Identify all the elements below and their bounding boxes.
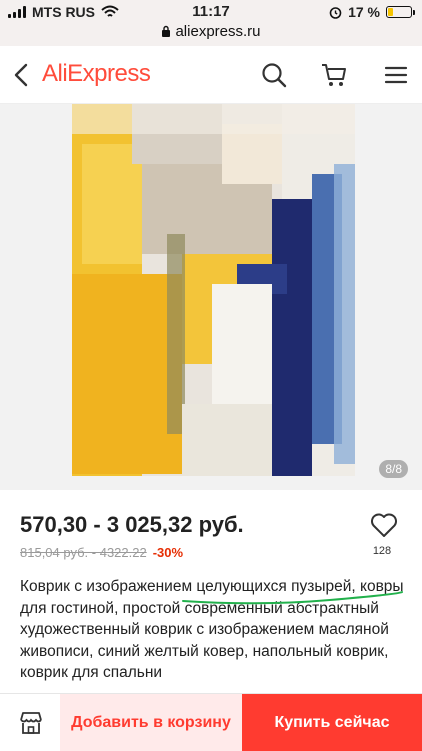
product-image[interactable] [72,104,355,476]
old-price: 815,04 руб. - 4322.22 [20,545,147,560]
store-icon[interactable] [18,710,44,736]
aliexpress-logo[interactable]: AliExpress [42,60,151,88]
battery-icon [386,6,415,18]
search-icon[interactable] [260,61,288,89]
app-header: AliExpress [0,46,422,104]
status-right: 17 % [329,4,415,20]
old-price-row: 815,04 руб. - 4322.22 -30% [20,545,183,560]
bottom-action-bar: Добавить в корзину Купить сейчас [0,693,422,751]
cart-icon[interactable] [320,61,348,89]
favorites-count: 128 [372,545,392,557]
product-description: Коврик с изображением целующихся пузырей… [20,578,404,681]
price: 570,30 - 3 025,32 руб. [20,512,244,537]
back-icon[interactable] [10,62,36,88]
status-bar: MTS RUS 11:17 aliexpress.ru 17 % [0,0,422,46]
lock-icon [162,25,171,37]
address-bar[interactable]: aliexpress.ru [0,23,422,40]
battery-percent: 17 % [348,4,380,20]
add-to-cart-button[interactable]: Добавить в корзину [60,694,242,751]
image-counter: 8/8 [379,460,408,478]
alarm-icon [329,6,342,19]
discount-badge: -30% [152,545,184,560]
product-gallery[interactable]: 8/8 [0,104,422,490]
buy-now-button[interactable]: Купить сейчас [242,694,422,751]
menu-icon[interactable] [382,61,410,89]
url-text: aliexpress.ru [175,23,261,40]
heart-icon[interactable] [370,512,398,538]
